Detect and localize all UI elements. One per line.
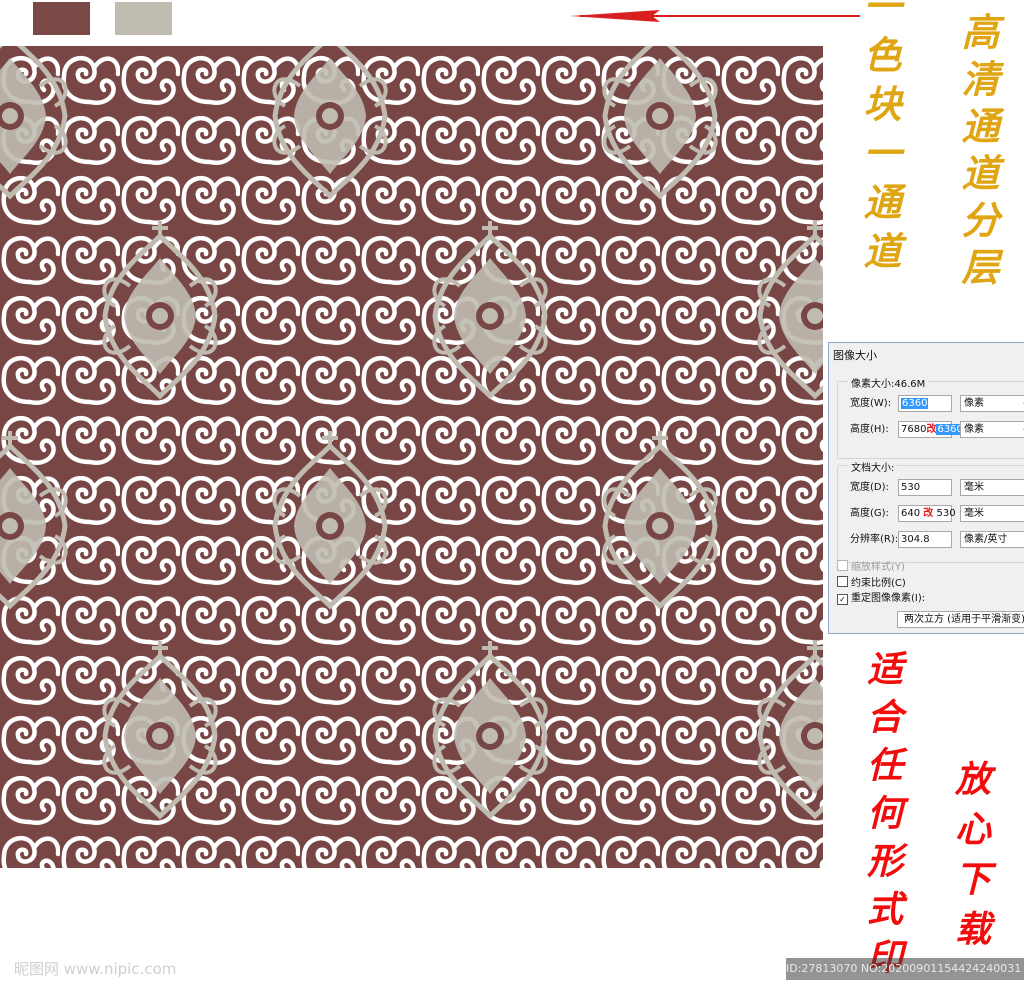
checkbox-empty-icon xyxy=(837,560,848,571)
pixel-width-input[interactable]: 6360 xyxy=(898,395,952,412)
site-watermark: 昵图网 www.nipic.com xyxy=(14,960,177,978)
image-size-dialog: 图像大小 像素大小:46.6M 宽度(W): 6360 像素⌄ 高度(H): 7… xyxy=(828,342,1024,634)
damask-pattern xyxy=(0,46,823,868)
download-caption: 放心下载 xyxy=(949,760,991,960)
scale-styles-checkbox[interactable]: 缩放样式(Y) xyxy=(837,560,905,574)
resample-method-select[interactable]: 两次立方 (适用于平滑渐变) xyxy=(897,611,1024,628)
pixel-height-unit: 像素 xyxy=(964,424,984,435)
resolution-unit-select[interactable]: 像素/英寸 xyxy=(960,531,1024,548)
doc-height-value: 530 xyxy=(936,508,956,519)
resolution-input[interactable]: 304.8 xyxy=(898,531,952,548)
pixel-height-old: 7680 xyxy=(901,424,927,435)
document-size-label: 文档大小: xyxy=(848,459,898,474)
pixel-height-unit-select[interactable]: 像素⌄ xyxy=(960,421,1024,438)
brown-color-swatch xyxy=(33,2,90,35)
change-mark: 改 xyxy=(923,508,934,519)
checkbox-empty-icon xyxy=(837,576,848,587)
doc-height-input[interactable]: 640 改 530 xyxy=(898,505,956,522)
id-watermark: ID:27813070 NO:20200901154424240031 xyxy=(786,958,1024,980)
resample-checkbox[interactable]: ✓ 重定图像像素(I): xyxy=(837,592,925,606)
resolution-unit: 像素/英寸 xyxy=(964,534,1008,545)
pixel-height-input[interactable]: 7680改6360 xyxy=(898,421,964,438)
scale-styles-label: 缩放样式(Y) xyxy=(851,562,905,573)
pixel-size-group: 像素大小:46.6M 宽度(W): 6360 像素⌄ 高度(H): 7680改6… xyxy=(837,375,1024,459)
doc-width-input[interactable]: 530 xyxy=(898,479,952,496)
doc-height-old: 640 xyxy=(901,508,921,519)
print-caption: 适合任何形式印 xyxy=(861,650,903,986)
doc-height-unit-select[interactable]: 毫米 xyxy=(960,505,1024,522)
change-mark: 改 xyxy=(926,424,937,435)
hd-layers-caption: 高清通道分层 xyxy=(955,12,1000,294)
document-size-group: 文档大小: 宽度(D): 530 毫米 高度(G): 640 改 530 毫米 … xyxy=(837,459,1024,563)
left-arrow-icon xyxy=(570,10,860,22)
pixel-size-label: 像素大小:46.6M xyxy=(848,375,929,390)
dialog-title: 图像大小 xyxy=(833,349,877,362)
constrain-proportions-checkbox[interactable]: 约束比例(C) xyxy=(837,576,906,590)
pixel-width-unit: 像素 xyxy=(964,398,984,409)
doc-width-unit: 毫米 xyxy=(964,482,984,493)
doc-height-unit: 毫米 xyxy=(964,508,984,519)
checkmark-icon: ✓ xyxy=(837,594,848,605)
constrain-label: 约束比例(C) xyxy=(851,578,906,589)
pixel-width-value: 6360 xyxy=(901,398,929,409)
doc-width-unit-select[interactable]: 毫米 xyxy=(960,479,1024,496)
resample-label: 重定图像像素(I): xyxy=(851,593,926,604)
pixel-width-unit-select[interactable]: 像素⌄ xyxy=(960,395,1024,412)
gray-color-swatch xyxy=(115,2,172,35)
channel-caption: 一色块一通道 xyxy=(857,0,902,280)
